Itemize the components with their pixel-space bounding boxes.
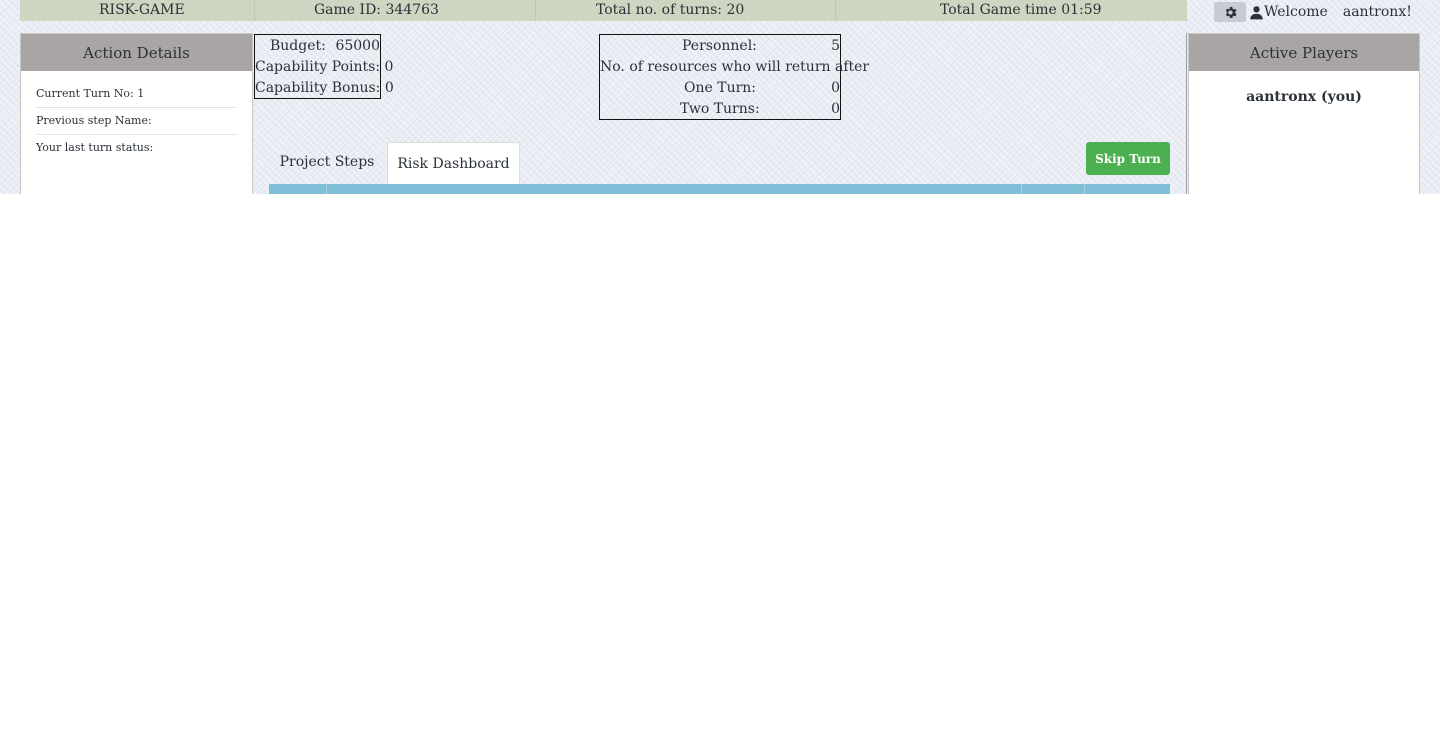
personnel-value: 5 xyxy=(831,38,840,54)
active-players-title: Active Players xyxy=(1189,34,1419,71)
settings-button[interactable] xyxy=(1214,2,1246,22)
action-details-title: Action Details xyxy=(21,34,252,71)
player-entry: aantronx (you) xyxy=(1246,89,1362,105)
total-turns-label: Total no. of turns: 20 xyxy=(596,2,745,18)
gear-icon xyxy=(1225,6,1237,18)
header-divider xyxy=(254,0,255,21)
tab-risk-dashboard[interactable]: Risk Dashboard xyxy=(387,142,520,184)
game-time-label: Total Game time 01:59 xyxy=(940,2,1102,18)
header-divider xyxy=(535,0,536,21)
current-turn-label: Current Turn No: 1 xyxy=(36,81,237,108)
page-background: RISK-GAME Game ID: 344763 Total no. of t… xyxy=(0,0,1440,194)
game-id-label: Game ID: 344763 xyxy=(314,2,439,18)
game-title[interactable]: RISK-GAME xyxy=(99,2,185,18)
tab-project-steps[interactable]: Project Steps xyxy=(268,142,386,182)
return-label: No. of resources who will return after xyxy=(600,59,870,75)
table-header-row xyxy=(269,184,1170,194)
table-column-divider xyxy=(326,184,327,194)
one-turn-value: 0 xyxy=(831,80,840,96)
budget-box: Budget: 65000 Capability Points: 0 Capab… xyxy=(254,34,394,99)
last-turn-status-label: Your last turn status: xyxy=(36,141,154,154)
budget-value: 65000 xyxy=(335,38,380,54)
budget-label: Budget: xyxy=(270,38,326,54)
one-turn-label: One Turn: xyxy=(684,80,757,96)
table-column-divider xyxy=(1084,184,1085,194)
user-name[interactable]: aantronx! xyxy=(1343,4,1412,20)
table-column-divider xyxy=(1021,184,1022,194)
top-header-bar: RISK-GAME Game ID: 344763 Total no. of t… xyxy=(20,0,1187,21)
action-details-list: Current Turn No: 1 Previous step Name: Y… xyxy=(21,71,252,161)
header-divider xyxy=(835,0,836,21)
active-players-panel: Active Players aantronx (you) xyxy=(1188,33,1420,194)
capability-bonus: Capability Bonus: 0 xyxy=(255,80,394,96)
capability-points: Capability Points: 0 xyxy=(255,59,394,75)
welcome-area: Welcome aantronx! xyxy=(1249,2,1412,22)
action-details-panel: Action Details Current Turn No: 1 Previo… xyxy=(20,33,253,194)
previous-step-label: Previous step Name: xyxy=(36,108,237,135)
main-column-border xyxy=(1186,33,1187,194)
two-turns-label: Two Turns: xyxy=(680,101,760,117)
welcome-text: Welcome xyxy=(1264,4,1328,20)
user-icon xyxy=(1250,5,1263,19)
skip-turn-button[interactable]: Skip Turn xyxy=(1086,142,1170,175)
two-turns-value: 0 xyxy=(831,101,840,117)
personnel-label: Personnel: xyxy=(682,38,757,54)
personnel-box: Personnel: 5 No. of resources who will r… xyxy=(599,34,869,120)
